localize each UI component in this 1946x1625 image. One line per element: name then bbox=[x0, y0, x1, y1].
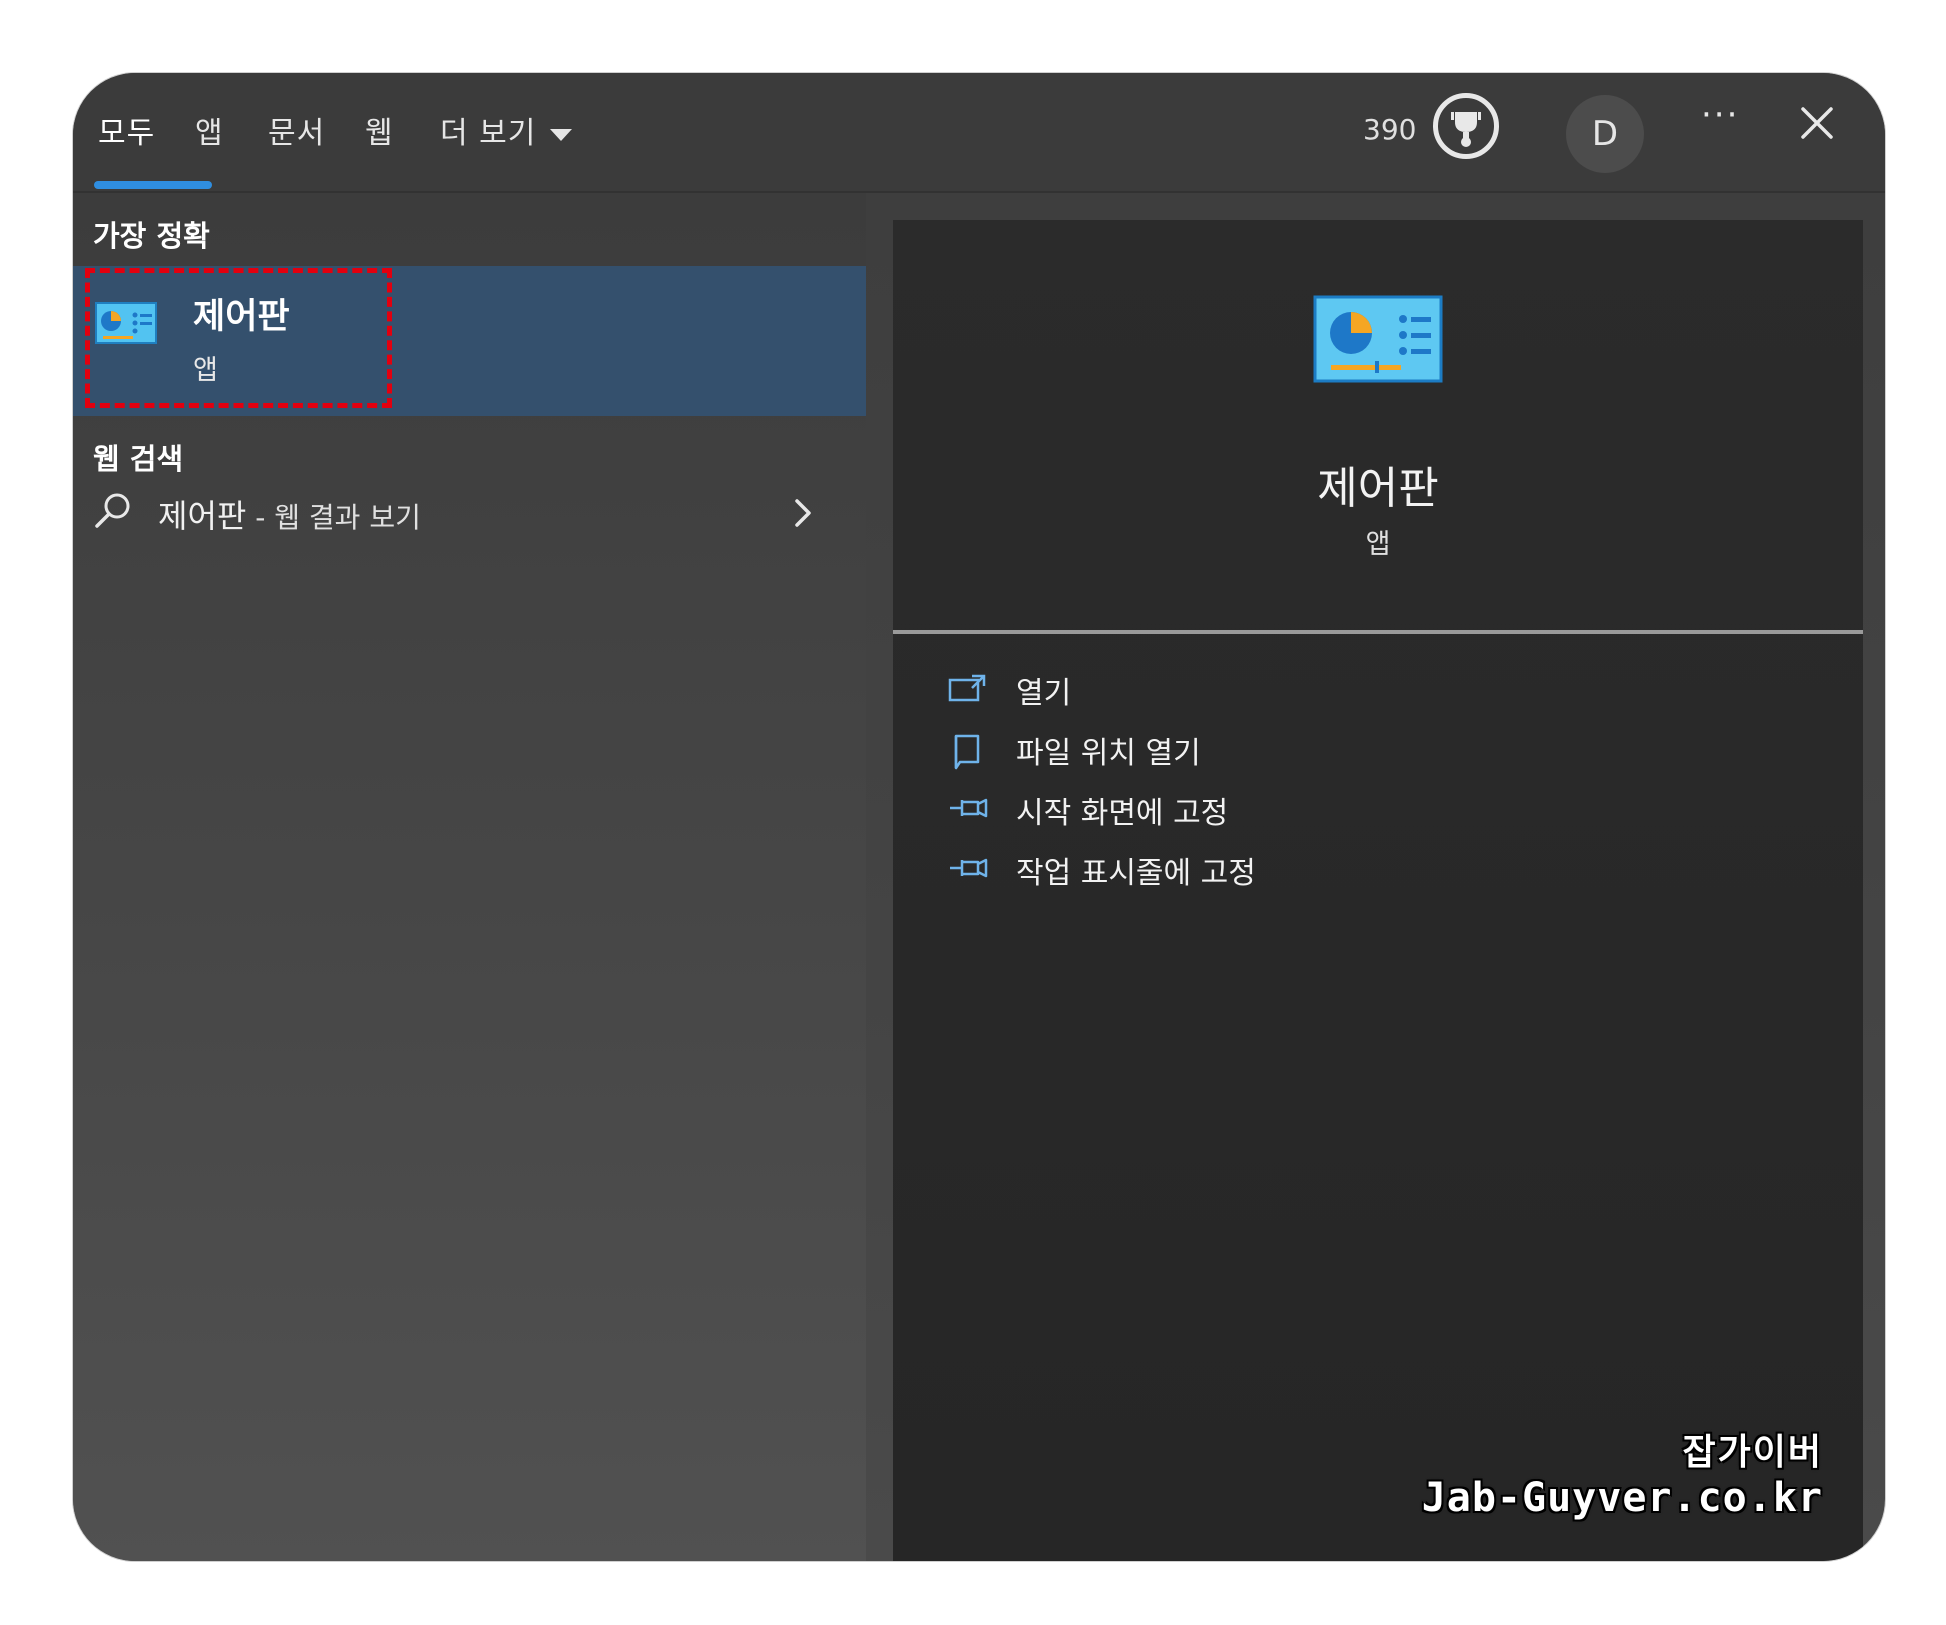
watermark-line1: 잡가이버 bbox=[1682, 1432, 1823, 1473]
account-avatar[interactable]: D bbox=[1566, 95, 1644, 173]
web-search-label: 웹 검색 bbox=[93, 442, 184, 476]
open-icon bbox=[948, 672, 988, 706]
chevron-right-icon bbox=[791, 495, 815, 531]
tab-documents[interactable]: 문서 bbox=[268, 108, 325, 152]
results-panel: 가장 정확 제어판 앱 웹 검색 제어판 - 웹 결과 보기 bbox=[73, 193, 866, 1561]
search-icon bbox=[91, 489, 135, 533]
preview-title: 제어판 bbox=[1317, 463, 1439, 514]
file-location-icon bbox=[948, 732, 988, 770]
highlight-box bbox=[85, 268, 392, 408]
rewards-points: 390 bbox=[1363, 113, 1417, 146]
web-search-suffix: - 웹 결과 보기 bbox=[246, 501, 421, 534]
tab-more-label: 더 보기 bbox=[440, 116, 537, 151]
control-panel-large-icon bbox=[1313, 295, 1443, 385]
tab-more[interactable]: 더 보기 bbox=[440, 108, 573, 152]
web-search-query: 제어판 bbox=[158, 497, 247, 535]
close-icon[interactable] bbox=[1797, 103, 1837, 143]
pin-icon bbox=[948, 852, 988, 886]
caret-down-icon bbox=[550, 128, 573, 141]
tab-web[interactable]: 웹 bbox=[365, 108, 394, 152]
web-search-item[interactable]: 제어판 - 웹 결과 보기 bbox=[73, 483, 866, 553]
preview-divider bbox=[893, 630, 1863, 634]
active-tab-indicator bbox=[94, 181, 212, 189]
rewards-trophy-icon[interactable] bbox=[1433, 93, 1499, 159]
watermark-line2: Jab-Guyver.co.kr bbox=[1421, 1475, 1823, 1521]
best-match-label: 가장 정확 bbox=[93, 219, 210, 253]
action-open-file-location-label: 파일 위치 열기 bbox=[1016, 736, 1201, 771]
pin-icon bbox=[948, 792, 988, 826]
more-options-icon[interactable]: ··· bbox=[1701, 95, 1739, 135]
preview-type: 앱 bbox=[1365, 529, 1391, 560]
top-bar: 모두 앱 문서 웹 더 보기 390 D ··· bbox=[73, 73, 1885, 193]
web-search-text: 제어판 - 웹 결과 보기 bbox=[158, 491, 421, 537]
action-pin-taskbar-label: 작업 표시줄에 고정 bbox=[1016, 856, 1256, 891]
watermark: 잡가이버 Jab-Guyver.co.kr bbox=[1422, 1423, 1823, 1521]
tab-all[interactable]: 모두 bbox=[98, 108, 155, 152]
search-window: 모두 앱 문서 웹 더 보기 390 D ··· 가장 정확 제어판 앱 웹 검… bbox=[73, 73, 1885, 1561]
tab-apps[interactable]: 앱 bbox=[195, 108, 224, 152]
preview-panel: 제어판 앱 열기 파일 위치 열기 시작 화면에 고정 작업 표시줄에 고정 bbox=[893, 220, 1863, 1561]
action-pin-start-label: 시작 화면에 고정 bbox=[1016, 796, 1229, 831]
action-open-label: 열기 bbox=[1016, 676, 1072, 711]
